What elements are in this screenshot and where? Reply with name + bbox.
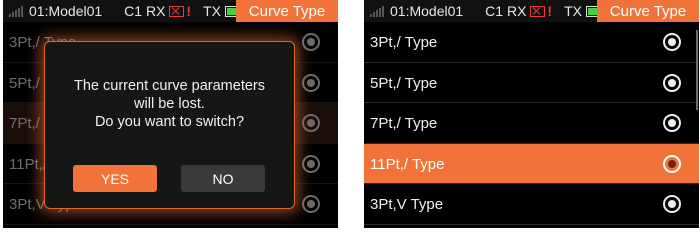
radio-icon[interactable] bbox=[663, 114, 681, 132]
curve-type-label: 5Pt,/ Type bbox=[370, 74, 438, 92]
rx-warning: ! bbox=[186, 3, 192, 19]
dialog-line: will be lost. bbox=[134, 96, 205, 112]
radio-icon[interactable] bbox=[663, 73, 681, 92]
screen-title: Curve Type bbox=[597, 0, 699, 22]
radio-icon[interactable] bbox=[302, 33, 320, 51]
dialog-line: Do you want to switch? bbox=[94, 114, 245, 130]
dialog-line: The current curve parameters bbox=[74, 78, 265, 94]
curve-type-row-selected[interactable]: 11Pt,/ Type bbox=[364, 143, 699, 184]
curve-type-row[interactable]: 7Pt,/ Type bbox=[364, 103, 699, 144]
signal-strength-icon bbox=[370, 5, 384, 17]
curve-type-list: 3Pt,/ Type 5Pt,/ Type 7Pt,/ Type 11Pt,/ … bbox=[364, 22, 699, 225]
dialog-message: The current curve parameters will be los… bbox=[45, 77, 294, 131]
radio-icon[interactable] bbox=[663, 195, 681, 213]
rx-warning: ! bbox=[547, 3, 553, 19]
status-bar: 01:Model01 C1 RX ! TX Curve Type bbox=[364, 0, 699, 22]
scrollbar[interactable] bbox=[696, 30, 698, 110]
curve-type-row[interactable]: 3Pt,V Type bbox=[364, 184, 699, 225]
no-button[interactable]: NO bbox=[181, 165, 265, 192]
status-bar: 01:Model01 C1 RX ! TX Curve Type bbox=[3, 0, 338, 22]
radio-icon[interactable] bbox=[302, 195, 320, 213]
curve-type-label: 7Pt,/ Type bbox=[370, 115, 438, 132]
radio-icon[interactable] bbox=[663, 154, 681, 173]
radio-icon[interactable] bbox=[302, 114, 320, 132]
rx-disconnected-icon bbox=[169, 5, 185, 17]
rx-label: C1 RX bbox=[485, 3, 527, 19]
curve-type-label: 3Pt,V Type bbox=[370, 196, 444, 213]
rx-label: C1 RX bbox=[124, 3, 166, 19]
curve-type-row[interactable]: 5Pt,/ Type bbox=[364, 63, 699, 103]
radio-icon[interactable] bbox=[302, 154, 320, 173]
curve-type-label: 11Pt,/ Type bbox=[370, 155, 445, 173]
signal-strength-icon bbox=[9, 5, 23, 17]
yes-button[interactable]: YES bbox=[73, 165, 157, 192]
tx-label: TX bbox=[203, 3, 221, 19]
screen-curve-type: 01:Model01 C1 RX ! TX Curve Type 3Pt,/ T… bbox=[364, 0, 699, 228]
model-name: 01:Model01 bbox=[390, 3, 464, 19]
tx-label: TX bbox=[564, 3, 582, 19]
confirm-dialog: The current curve parameters will be los… bbox=[44, 41, 295, 209]
radio-icon[interactable] bbox=[663, 33, 681, 51]
curve-type-row[interactable]: 3Pt,/ Type bbox=[364, 22, 699, 63]
curve-type-label: 3Pt,/ Type bbox=[370, 34, 438, 51]
screen-title: Curve Type bbox=[236, 0, 338, 22]
radio-icon[interactable] bbox=[302, 73, 320, 92]
rx-disconnected-icon bbox=[530, 5, 546, 17]
screen-with-dialog: 01:Model01 C1 RX ! TX Curve Type 3Pt,/ T… bbox=[3, 0, 338, 228]
model-name: 01:Model01 bbox=[29, 3, 103, 19]
